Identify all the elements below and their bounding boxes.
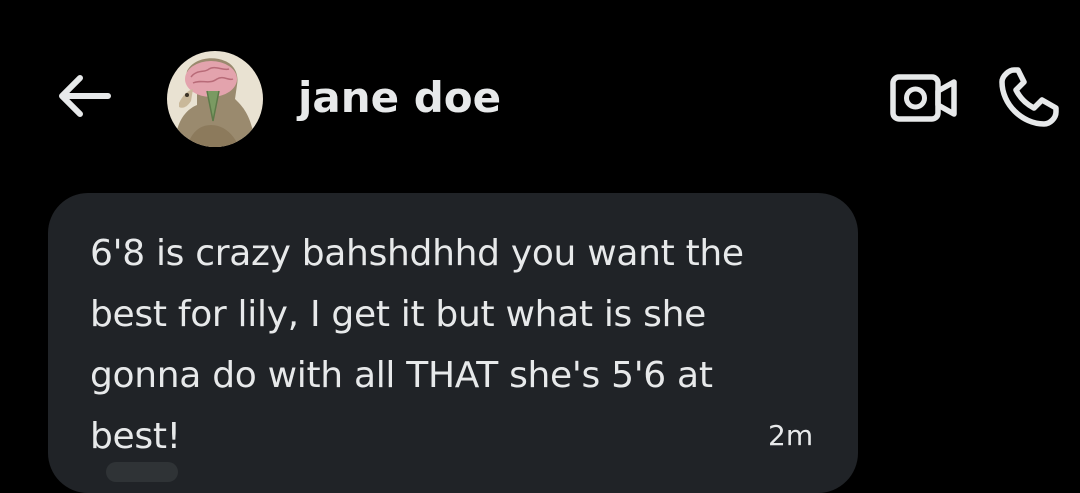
phone-icon: [999, 67, 1059, 127]
back-button[interactable]: [52, 68, 116, 124]
contact-name[interactable]: jane doe: [298, 70, 501, 126]
next-message-edge: [106, 462, 178, 482]
avatar[interactable]: [167, 51, 263, 147]
message-text: 6'8 is crazy bahshdhhd you want the best…: [90, 233, 744, 457]
arrow-left-icon: [59, 75, 111, 117]
video-call-button[interactable]: [888, 68, 960, 128]
message-bubble[interactable]: 6'8 is crazy bahshdhhd you want the best…: [48, 193, 858, 493]
profile-avatar-icon: [167, 51, 263, 147]
message-timestamp: 2m: [768, 419, 814, 452]
voice-call-button[interactable]: [996, 64, 1066, 130]
conversation-header: jane doe: [0, 0, 1080, 195]
video-camera-icon: [890, 74, 957, 122]
